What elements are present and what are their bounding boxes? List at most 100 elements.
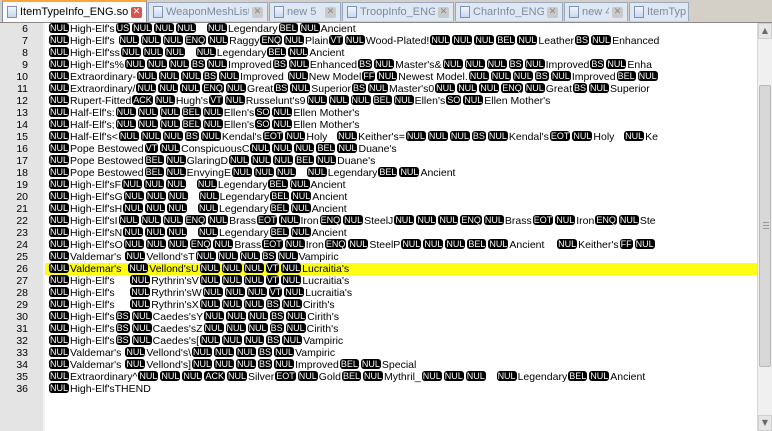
control-char-token: NUL [279, 215, 300, 225]
editor-line[interactable]: 20 NUL High-Elf'sG NUL NUL NUL NUL Legendary BE… [0, 191, 757, 203]
editor-line[interactable]: 15 NUL Half-Elf's< NUL NUL NUL BS NUL Kendal's EO… [0, 131, 757, 143]
control-char-token: NUL [164, 47, 185, 57]
control-char-token: NUL [118, 35, 139, 45]
scroll-down-arrow-icon[interactable]: ▼ [758, 415, 772, 431]
text-segment: Vampiric [303, 335, 344, 347]
line-number: 26 [16, 263, 28, 275]
control-char-token: NUL [49, 107, 70, 117]
control-char-token: NUL [250, 143, 271, 153]
text-segment: Half-Elf's: [70, 107, 115, 119]
editor-line[interactable]: 10 NUL Extraordinary- NUL NUL NUL BS NUL Improve… [0, 71, 757, 83]
line-number: 6 [22, 23, 28, 35]
scroll-thumb[interactable] [759, 85, 771, 367]
line-content: NUL High-Elf'sG NUL NUL NUL NUL Legendary BEL N… [48, 191, 347, 203]
control-char-token: NUL [123, 227, 144, 237]
editor-line[interactable]: 36 NUL High-Elf'sTHEND [0, 383, 757, 395]
editor-line[interactable]: 23 NUL High-Elf'sN NUL NUL NUL NUL Legendary BE… [0, 227, 757, 239]
editor-line[interactable]: 28 NUL High-Elf's NUL Rythrin'sW NUL NUL NUL VT… [0, 287, 757, 299]
editor-line[interactable]: 11 NUL Extraordinary/NUL NUL NUL ENQ NUL Great B… [0, 83, 757, 95]
editor-line[interactable]: 9 NUL High-Elf's% NUL NUL NUL BS NUL Improved BS N… [0, 59, 757, 71]
editor-line[interactable]: 26 NUL Valdemar's NUL Vellond'sU NUL NUL NUL VT… [0, 263, 757, 275]
file-tab[interactable]: new 4 ✕ [564, 2, 628, 21]
control-char-token: FF [362, 71, 376, 81]
editor-line[interactable]: 27 NUL High-Elf's NUL Rythrin'sV NUL NUL NUL VT… [0, 275, 757, 287]
scroll-up-arrow-icon[interactable]: ▲ [758, 23, 772, 39]
editor-line[interactable]: 31 NUL High-Elf's BS NUL Caedes'sZ NUL NUL NUL BS… [0, 323, 757, 335]
text-segment: High-Elf'sF [70, 179, 122, 191]
editor-line[interactable]: 16 NUL Pope Bestowed VT NUL ConspicuousC NUL NU… [0, 143, 757, 155]
editor-line[interactable]: 7 NUL High-Elf's NUL NUL NUL ENQ NUL Raggy ENQ NU… [0, 35, 757, 47]
editor-line[interactable]: 13 NUL Half-Elf's: NUL NUL NUL BEL NUL Ellen's SO… [0, 107, 757, 119]
control-char-token: NUL [167, 203, 188, 213]
control-char-token: BEL [616, 71, 636, 81]
text-segment: High-Elf'sG [70, 191, 123, 203]
line-number: 28 [16, 287, 28, 299]
text-editor[interactable]: 6 NUL High-Elf's US NUL NUL NUL NUL Legendary BE… [0, 23, 757, 431]
text-segment: Ellen Mother's [484, 95, 551, 107]
close-tab-icon[interactable]: ✕ [325, 6, 336, 18]
text-segment: Keither's [578, 239, 619, 251]
text-segment: Valdemar's [70, 251, 125, 263]
text-segment: High-Elf's [70, 287, 130, 299]
control-char-token: NUL [517, 35, 538, 45]
editor-line[interactable]: 29 NUL High-Elf's NUL Rythrin'sX NUL NUL NUL BS… [0, 299, 757, 311]
file-tab[interactable]: new 5 ✕ [269, 2, 341, 21]
editor-line[interactable]: 30 NUL High-Elf's BS NUL Caedes'sY NUL NUL NUL BS… [0, 311, 757, 323]
editor-line[interactable]: 17 NUL Pope Bestowed BEL NUL GlaringD NUL NUL NU… [0, 155, 757, 167]
control-char-token: BS [534, 71, 549, 81]
editor-line[interactable]: 33 NUL Valdemar's NUL Vellond's\ NUL NUL NUL BS… [0, 347, 757, 359]
tab-label: ItemTyp [647, 6, 687, 18]
control-char-token: NUL [557, 239, 578, 249]
line-number: 12 [16, 95, 28, 107]
editor-line[interactable]: 8 NUL High-Elf'ss NUL NUL NUL NUL Legendary BEL… [0, 47, 757, 59]
close-tab-icon[interactable]: ✕ [612, 6, 623, 18]
control-char-token: NUL [299, 23, 320, 33]
vertical-scrollbar[interactable]: ▲ ▼ [757, 23, 772, 431]
file-tab[interactable]: CharInfo_ENG.sox✕ [455, 2, 563, 21]
control-char-token: NUL [136, 83, 157, 93]
line-number: 31 [16, 323, 28, 335]
editor-line[interactable]: 35 NUL Extraordinary^ NUL NUL NUL ACK NUL Silver… [0, 371, 757, 383]
close-tab-icon[interactable]: ✕ [438, 6, 449, 18]
editor-line[interactable]: 34 NUL Valdemar's NUL Vellond's] NUL NUL NUL BS… [0, 359, 757, 371]
editor-line[interactable]: 6 NUL High-Elf's US NUL NUL NUL NUL Legendary BE… [0, 23, 757, 35]
close-tab-icon[interactable]: ✕ [547, 6, 558, 18]
text-segment: Plain [305, 35, 329, 47]
control-char-token: NUL [618, 215, 639, 225]
editor-line[interactable]: 19 NUL High-Elf'sF NUL NUL NUL NUL Legendary BE… [0, 179, 757, 191]
text-segment: Improved [240, 71, 287, 83]
control-char-token: NUL [465, 371, 486, 381]
file-tab[interactable]: TroopInfo_ENG.sox✕ [342, 2, 454, 21]
control-char-token: NUL [337, 143, 358, 153]
control-char-token: NUL [123, 191, 144, 201]
control-char-token: ACK [132, 95, 153, 105]
control-char-token: BS [258, 359, 273, 369]
text-segment: Improved [228, 59, 272, 71]
control-char-token: NUL [443, 371, 464, 381]
text-segment: Hugh's [175, 95, 209, 107]
file-tab[interactable]: ItemTypeInfo_ENG.sox ✕ [2, 0, 147, 22]
control-char-token: BEL [372, 95, 392, 105]
control-char-token: NUL [290, 83, 311, 93]
control-char-token: NUL [350, 95, 371, 105]
file-tab[interactable]: ItemTyp [629, 2, 689, 21]
line-number: 19 [16, 179, 28, 191]
editor-line[interactable]: 14 NUL Half-Elf's; NUL NUL NUL BEL NUL Ellen's SO… [0, 119, 757, 131]
control-char-token: BEL [181, 107, 201, 117]
editor-line[interactable]: 32 NUL High-Elf's BS NUL Caedes's[NUL NUL NUL BS… [0, 335, 757, 347]
editor-line[interactable]: 22 NUL High-Elf'sI NUL NUL NUL ENQ NUL Brass EOT N… [0, 215, 757, 227]
editor-line[interactable]: 21 NUL High-Elf'sH NUL NUL NUL NUL Legendary BE… [0, 203, 757, 215]
text-segment: Ancient [509, 239, 557, 251]
control-char-token: NUL [297, 371, 318, 381]
control-char-token: VT [209, 95, 223, 105]
close-tab-icon[interactable]: ✕ [131, 6, 142, 18]
editor-line[interactable]: 24 NUL High-Elf'sO NUL NUL NUL ENQ NUL Brass EOT N… [0, 239, 757, 251]
text-segment: Duane's [337, 155, 376, 167]
editor-line[interactable]: 25 NUL Valdemar's NUL Vellond'sT NUL NUL NUL BS… [0, 251, 757, 263]
control-char-token: NUL [288, 47, 309, 57]
text-segment: Ellen's [223, 119, 255, 131]
file-tab[interactable]: WeaponMeshList.txt✕ [148, 2, 268, 21]
editor-line[interactable]: 18 NUL Pope Bestowed BEL NUL EnvyingE NUL NUL NU… [0, 167, 757, 179]
editor-line[interactable]: 12 NUL Rupert-Fitted ACK NUL Hugh's VT NUL Russe… [0, 95, 757, 107]
close-tab-icon[interactable]: ✕ [252, 6, 263, 18]
